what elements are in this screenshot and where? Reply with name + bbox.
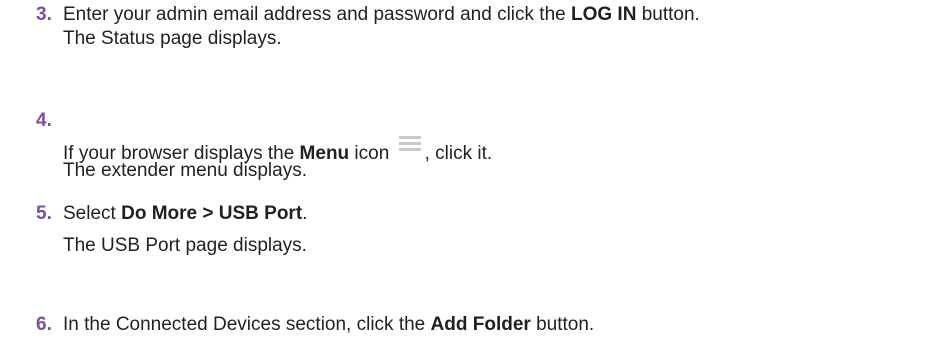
add-folder-label: Add Folder: [430, 314, 531, 335]
step-number: 5.: [36, 203, 52, 224]
step-result: The extender menu displays.: [63, 160, 307, 181]
step-number: 3.: [36, 4, 52, 25]
step-number: 6.: [36, 314, 52, 335]
log-in-label: LOG IN: [570, 4, 637, 25]
step-number: 4.: [36, 110, 52, 131]
step-instruction: Enter your admin email address and passw…: [63, 3, 700, 27]
menu-icon: [398, 135, 421, 153]
instruction-text: Select: [63, 203, 122, 224]
instruction-text: button.: [530, 314, 595, 335]
step-instruction: In the Connected Devices section, click …: [63, 313, 594, 337]
do-more-usb-port-label: Do More > USB Port: [121, 203, 303, 224]
menu-label: Menu: [299, 143, 350, 164]
step-result: The Status page displays.: [63, 28, 282, 49]
step-instruction: Select Do More > USB Port.: [63, 202, 307, 226]
instruction-text: In the Connected Devices section, click …: [63, 314, 431, 335]
instruction-text: Enter your admin email address and passw…: [63, 4, 571, 25]
step-result: The USB Port page displays.: [63, 235, 307, 256]
instruction-text: button.: [636, 4, 700, 25]
instruction-text: icon: [349, 143, 395, 164]
instruction-text: , click it.: [424, 143, 493, 164]
instruction-text: .: [302, 203, 308, 224]
